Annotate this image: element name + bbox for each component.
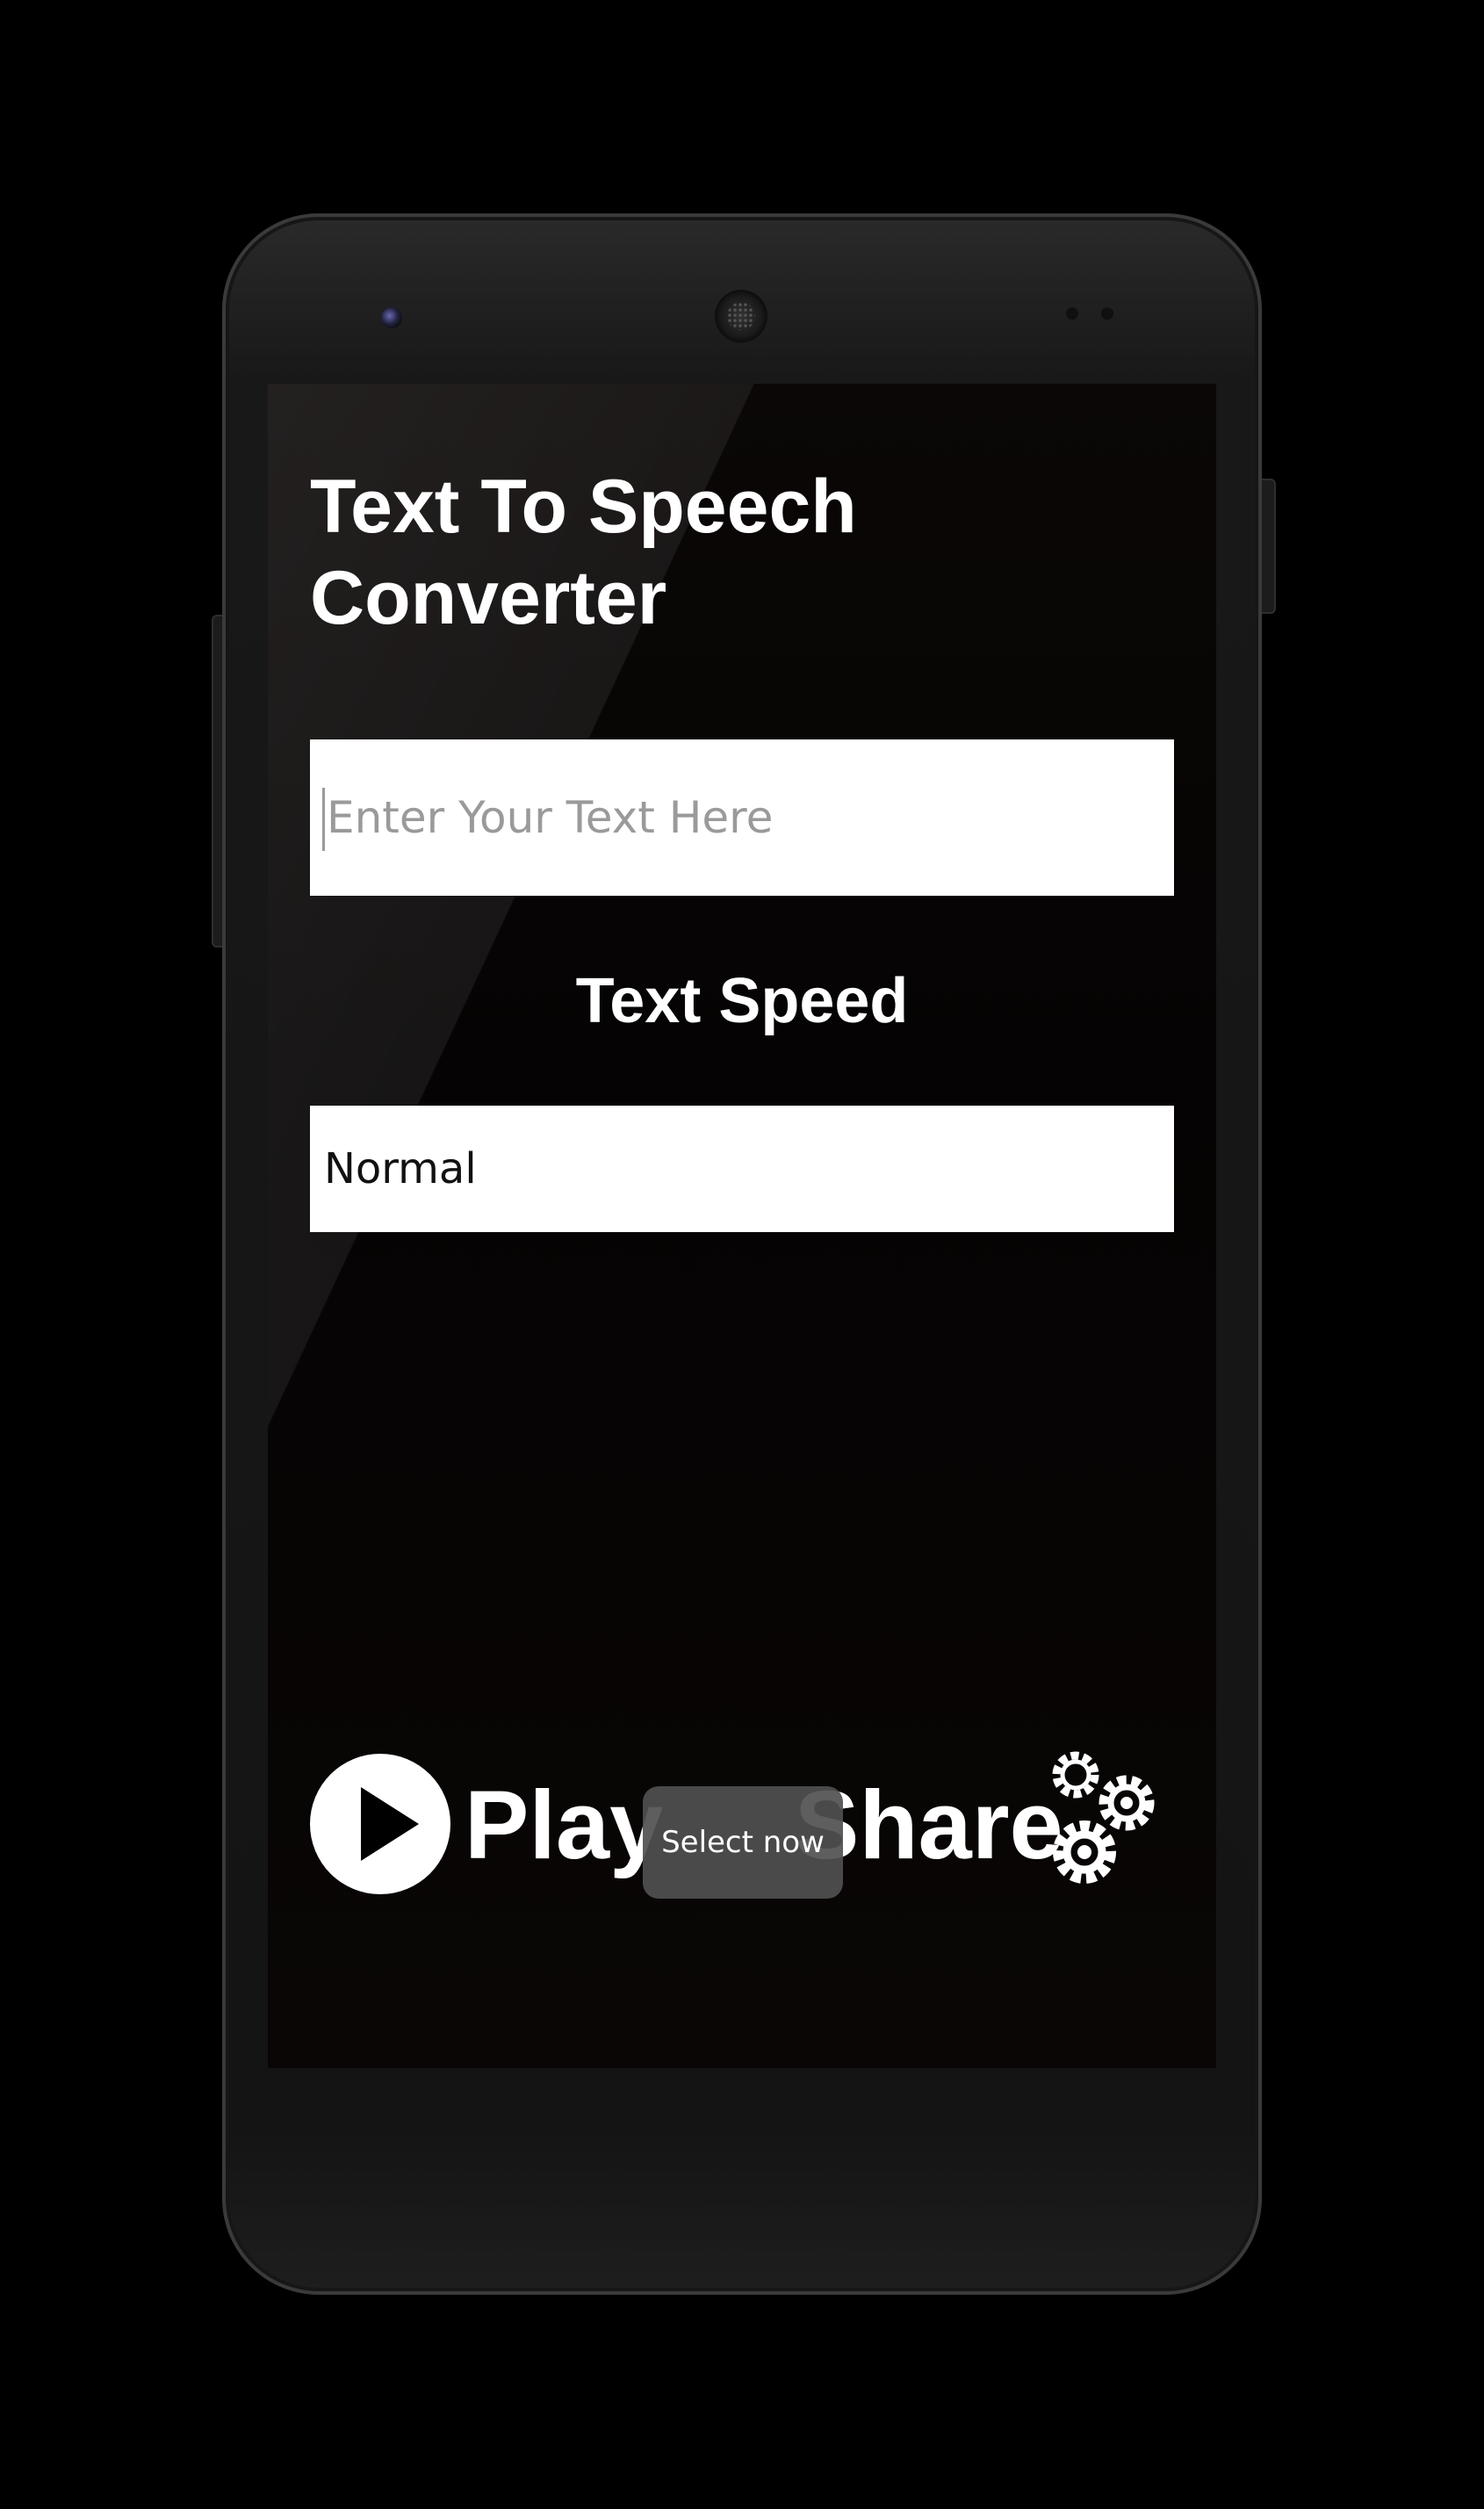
front-camera — [381, 307, 402, 328]
power-button — [1260, 479, 1276, 614]
speed-label: Text Speed — [575, 966, 909, 1036]
text-cursor — [322, 788, 325, 851]
proximity-sensor — [1066, 307, 1078, 320]
gears-icon — [1052, 1751, 1155, 1884]
play-button[interactable] — [310, 1754, 450, 1894]
play-label[interactable]: Play — [465, 1771, 663, 1880]
earpiece-speaker — [715, 290, 767, 342]
toast-message: Select now — [643, 1786, 843, 1899]
settings-button[interactable] — [1044, 1743, 1167, 1893]
light-sensor — [1101, 307, 1113, 320]
play-icon — [361, 1787, 419, 1861]
page-title: Text To Speech Converter — [310, 465, 857, 640]
speed-dropdown[interactable]: Normal — [310, 1106, 1174, 1232]
app-screen: Text To Speech Converter Text Speed Norm… — [268, 384, 1216, 2068]
speed-selected-value: Normal — [324, 1144, 477, 1193]
text-input[interactable] — [310, 739, 1174, 896]
